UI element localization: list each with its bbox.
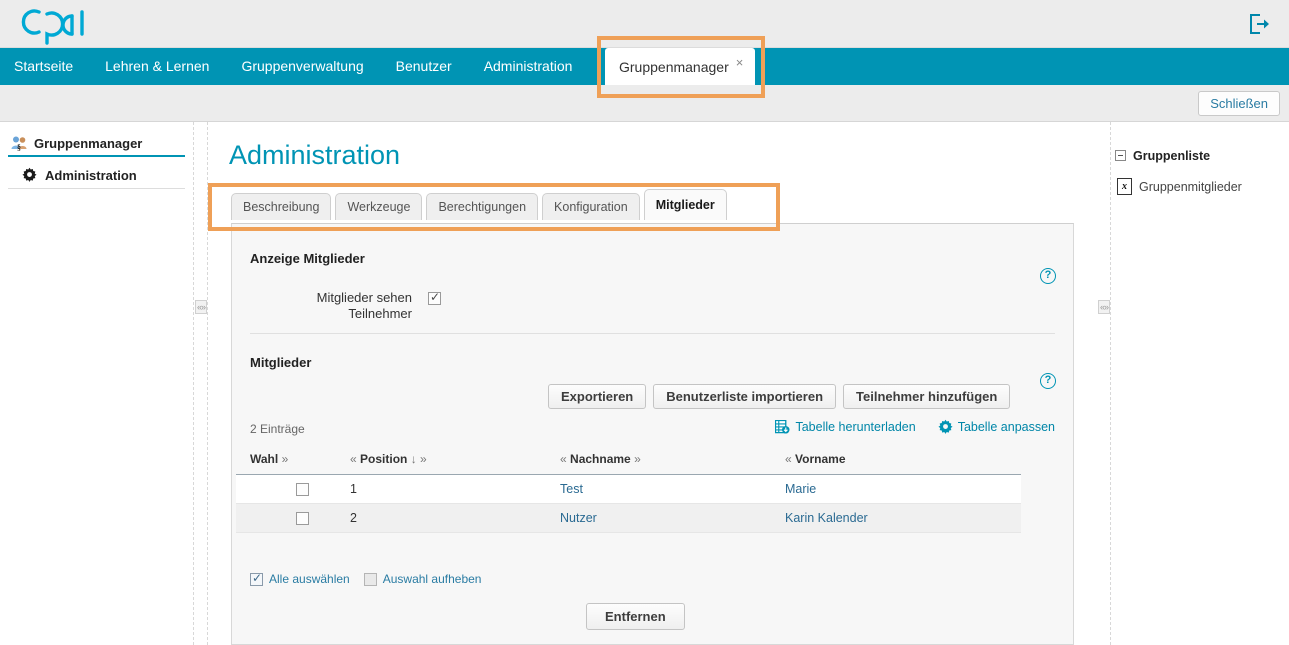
- column-header-nachname[interactable]: « Nachname »: [556, 446, 781, 475]
- right-sidebar-item-label: Gruppenliste: [1133, 149, 1210, 163]
- tab-mitglieder[interactable]: Mitglieder: [644, 189, 727, 220]
- nav-item-gruppenverwaltung[interactable]: Gruppenverwaltung: [225, 48, 379, 85]
- members-panel: Anzeige Mitglieder Mitglieder sehen Teil…: [231, 223, 1074, 645]
- field-label-mitglieder-sehen: Mitglieder sehen Teilnehmer: [277, 290, 412, 322]
- right-splitter[interactable]: «»: [1096, 122, 1111, 645]
- row-checkbox[interactable]: [296, 483, 309, 496]
- right-sidebar: Gruppenliste x Gruppenmitglieder: [1113, 122, 1289, 645]
- open-tab-gruppenmanager[interactable]: Gruppenmanager ×: [605, 48, 755, 85]
- app-root: Startseite Lehren & Lernen Gruppenverwal…: [0, 0, 1289, 645]
- main-nav-list: Startseite Lehren & Lernen Gruppenverwal…: [0, 48, 588, 85]
- tab-werkzeuge[interactable]: Werkzeuge: [335, 193, 422, 220]
- collapse-left-icon[interactable]: «»: [195, 300, 207, 314]
- sidebar-item-label: Gruppenmanager: [34, 136, 142, 151]
- left-sidebar: § Gruppenmanager Administration: [0, 122, 193, 645]
- nachname-link[interactable]: Nutzer: [560, 511, 597, 525]
- tab-konfiguration[interactable]: Konfiguration: [542, 193, 640, 220]
- row-select-cell: [236, 504, 346, 533]
- row-select-cell: [236, 475, 346, 504]
- tab-beschreibung[interactable]: Beschreibung: [231, 193, 331, 220]
- left-splitter[interactable]: «»: [193, 122, 208, 645]
- group-users-icon: §: [11, 135, 29, 151]
- sidebar-divider: [8, 188, 185, 189]
- open-tab-label: Gruppenmanager: [619, 59, 729, 75]
- nav-item-benutzer[interactable]: Benutzer: [380, 48, 468, 85]
- customize-table-link[interactable]: Tabelle anpassen: [938, 419, 1055, 434]
- table-header-row: Wahl » « Position ↓ » « Nachname »: [236, 446, 1021, 475]
- members-table: Wahl » « Position ↓ » « Nachname »: [236, 446, 1021, 533]
- checkbox-mitglieder-sehen[interactable]: [428, 292, 441, 305]
- download-table-label: Tabelle herunterladen: [795, 420, 915, 434]
- section-divider: [250, 333, 1055, 334]
- sidebar-item-label: Administration: [45, 168, 137, 183]
- sidebar-item-gruppenmanager[interactable]: § Gruppenmanager: [0, 129, 193, 157]
- sub-toolbar: Schließen: [0, 85, 1289, 122]
- deselect-label[interactable]: Auswahl aufheben: [383, 572, 482, 586]
- select-all-label[interactable]: Alle auswählen: [269, 572, 350, 586]
- cell-nachname[interactable]: Nutzer: [556, 504, 781, 533]
- collapse-toggle-icon[interactable]: [1115, 150, 1126, 161]
- nav-item-administration[interactable]: Administration: [468, 48, 589, 85]
- remove-button[interactable]: Entfernen: [586, 603, 685, 630]
- export-button[interactable]: Exportieren: [548, 384, 646, 409]
- opal-logo[interactable]: [14, 2, 98, 46]
- nav-item-lehren-lernen[interactable]: Lehren & Lernen: [89, 48, 225, 85]
- gear-icon: [938, 419, 953, 434]
- deselect-checkbox[interactable]: [364, 573, 377, 586]
- help-icon-members[interactable]: ?: [1040, 373, 1056, 389]
- vorname-link[interactable]: Karin Kalender: [785, 511, 868, 525]
- cell-position: 2: [346, 504, 556, 533]
- entries-count: 2 Einträge: [250, 422, 305, 436]
- select-all-checkbox[interactable]: [250, 573, 263, 586]
- column-header-wahl[interactable]: Wahl »: [236, 446, 346, 475]
- help-icon[interactable]: ?: [1040, 268, 1056, 284]
- add-participant-button[interactable]: Teilnehmer hinzufügen: [843, 384, 1010, 409]
- collapse-right-icon[interactable]: «»: [1098, 300, 1110, 314]
- members-action-buttons: Exportieren Benutzerliste importieren Te…: [548, 384, 1010, 409]
- section-title-anzeige: Anzeige Mitglieder: [250, 251, 365, 266]
- vorname-link[interactable]: Marie: [785, 482, 816, 496]
- download-table-link[interactable]: Tabelle herunterladen: [775, 420, 915, 434]
- cell-position: 1: [346, 475, 556, 504]
- gear-icon: [22, 167, 40, 183]
- cell-nachname[interactable]: Test: [556, 475, 781, 504]
- section-title-mitglieder: Mitglieder: [250, 355, 311, 370]
- right-sidebar-item-label: Gruppenmitglieder: [1139, 180, 1242, 194]
- sidebar-item-administration[interactable]: Administration: [0, 161, 193, 189]
- excel-file-icon: x: [1117, 178, 1132, 195]
- tab-berechtigungen[interactable]: Berechtigungen: [426, 193, 538, 220]
- logout-icon[interactable]: [1249, 14, 1271, 34]
- sidebar-divider-accent: [8, 155, 185, 157]
- right-sidebar-item-gruppenliste[interactable]: Gruppenliste: [1113, 144, 1289, 167]
- nav-item-startseite[interactable]: Startseite: [0, 48, 89, 85]
- main-content: Administration Beschreibung Werkzeuge Be…: [208, 122, 1098, 645]
- selection-controls: Alle auswählen Auswahl aufheben: [250, 572, 481, 586]
- table-tools: Tabelle herunterladen Tabelle anpassen: [775, 419, 1055, 434]
- import-userlist-button[interactable]: Benutzerliste importieren: [653, 384, 836, 409]
- table-row[interactable]: 1 Test Marie: [236, 475, 1021, 504]
- close-icon[interactable]: ×: [736, 56, 744, 69]
- cell-vorname[interactable]: Marie: [781, 475, 1021, 504]
- column-header-position[interactable]: « Position ↓ »: [346, 446, 556, 475]
- nachname-link[interactable]: Test: [560, 482, 583, 496]
- right-sidebar-item-gruppenmitglieder[interactable]: x Gruppenmitglieder: [1113, 175, 1289, 198]
- row-checkbox[interactable]: [296, 512, 309, 525]
- content-tabs: Beschreibung Werkzeuge Berechtigungen Ko…: [231, 192, 791, 220]
- page-title: Administration: [229, 140, 400, 171]
- column-header-vorname[interactable]: « Vorname: [781, 446, 1021, 475]
- app-header: [0, 0, 1289, 48]
- table-row[interactable]: 2 Nutzer Karin Kalender: [236, 504, 1021, 533]
- customize-table-label: Tabelle anpassen: [958, 420, 1055, 434]
- svg-text:§: §: [17, 143, 21, 151]
- close-button[interactable]: Schließen: [1198, 91, 1280, 116]
- cell-vorname[interactable]: Karin Kalender: [781, 504, 1021, 533]
- table-download-icon: [775, 420, 790, 434]
